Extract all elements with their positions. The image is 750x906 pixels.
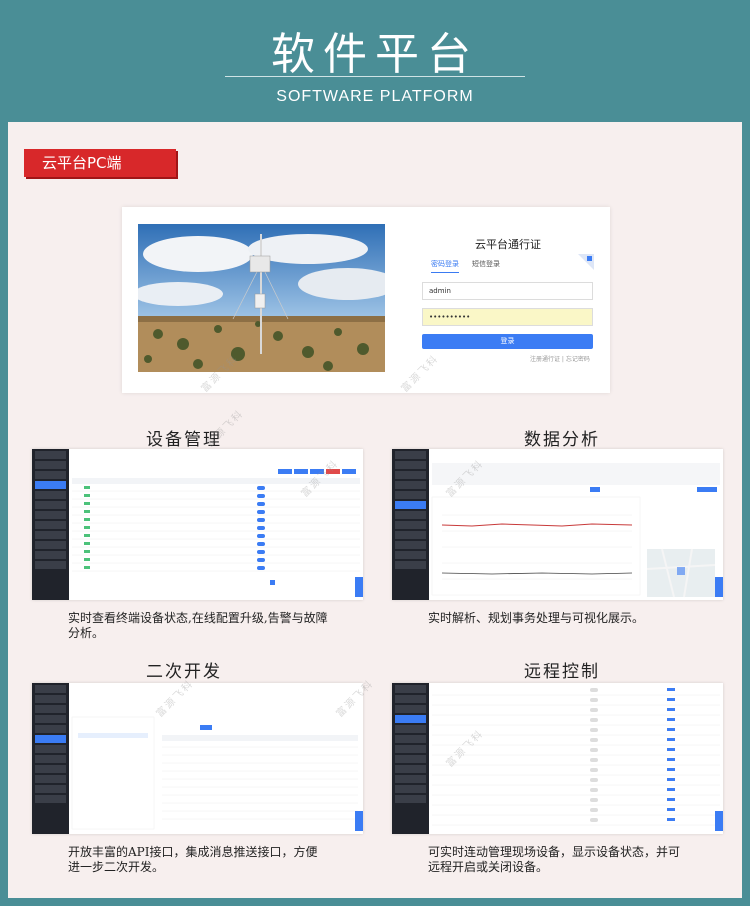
section-title-data-analysis: 数据分析 — [524, 430, 600, 450]
tab-password-login[interactable]: 密码登录 — [431, 259, 459, 273]
secondary-development-screenshot — [32, 683, 363, 834]
remote-control-description: 可实时连动管理现场设备，显示设备状态，并可远程开启或关闭设备。 — [428, 845, 681, 874]
qr-icon[interactable] — [578, 254, 594, 270]
site-photo — [138, 224, 385, 372]
section-badge: 云平台PC端 — [24, 149, 176, 177]
login-button[interactable]: 登录 — [422, 334, 593, 349]
section-title-device-management: 设备管理 — [146, 430, 222, 450]
secondary-development-description: 开放丰富的API接口，集成消息推送接口，方便进一步二次开发。 — [68, 845, 318, 874]
page-subtitle: SOFTWARE PLATFORM — [276, 88, 474, 105]
data-analysis-screenshot — [392, 449, 723, 600]
section-title-remote-control: 远程控制 — [524, 662, 600, 682]
device-management-description: 实时查看终端设备状态,在线配置升级,告警与故障分析。 — [68, 611, 328, 640]
title-divider — [225, 76, 525, 77]
tab-sms-login[interactable]: 短信登录 — [472, 259, 500, 269]
data-analysis-description: 实时解析、规划事务处理与可视化展示。 — [428, 611, 645, 625]
password-field[interactable]: •••••••••• — [422, 308, 593, 326]
login-title: 云平台通行证 — [475, 238, 541, 251]
page-title: 软件平台 — [271, 29, 479, 80]
username-field[interactable]: admin — [422, 282, 593, 300]
login-links[interactable]: 注册通行证 | 忘记密码 — [530, 354, 590, 363]
